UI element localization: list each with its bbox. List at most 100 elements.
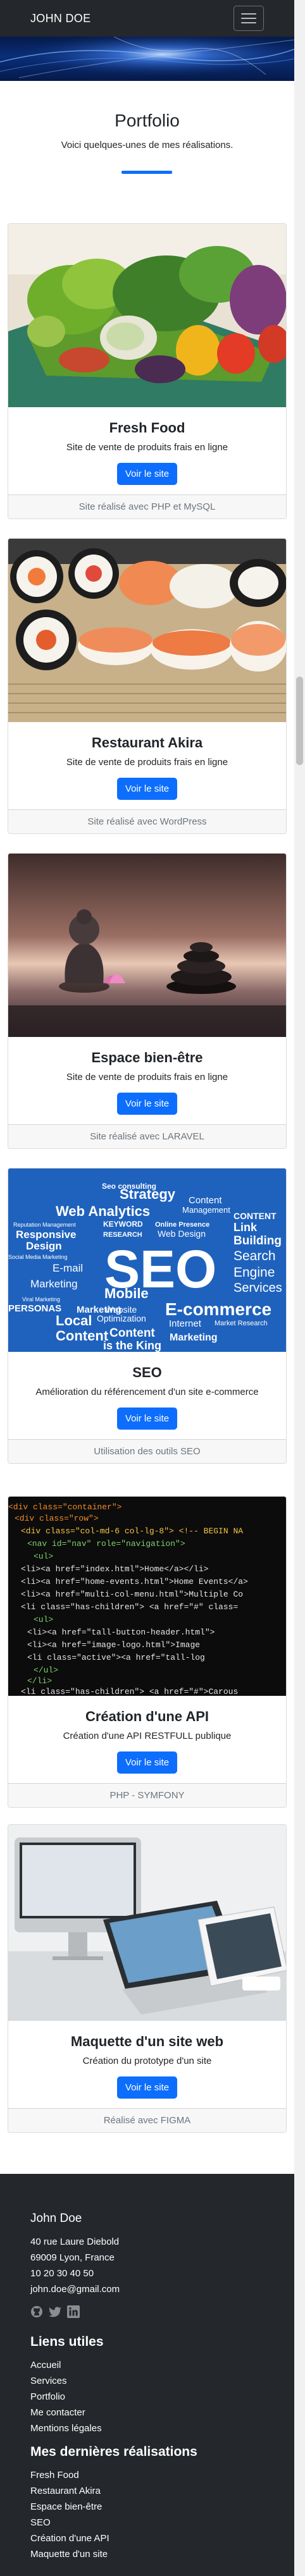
project-image-zen-stones: [8, 854, 286, 1037]
project-image-seo-word-cloud: Seo consulting Strategy Content Web Anal…: [8, 1168, 286, 1352]
project-title: Maquette d'un site web: [70, 2033, 224, 2049]
address-city: 69009 Lyon, France: [30, 2252, 115, 2263]
project-card-fresh-food: Fresh Food Site de vente de produits fra…: [8, 223, 287, 519]
seo-word: Marketing: [30, 1278, 78, 1290]
section-divider: [121, 171, 172, 174]
code-line: <li><a href="tall-button-header.html">: [27, 1628, 215, 1637]
code-line: <div class="container">: [8, 1502, 122, 1512]
project-card-restaurant-akira: Restaurant Akira Site de vente de produi…: [8, 538, 287, 834]
navbar: JOHN DOE: [0, 0, 294, 37]
view-site-button[interactable]: Voir le site: [116, 463, 178, 485]
project-technology: Site réalisé avec WordPress: [8, 809, 286, 833]
recent-link-maquette[interactable]: Maquette d'un site: [30, 2546, 109, 2562]
seo-word: Content: [189, 1195, 222, 1206]
footer-link-portfolio[interactable]: Portfolio: [30, 2389, 102, 2405]
seo-word: Search: [233, 1249, 276, 1263]
code-line: <div class="col-md-6 col-lg-8"> <!-- BEG…: [21, 1526, 243, 1536]
code-line: <li class="has-children"> <a href="#" cl…: [21, 1602, 238, 1612]
project-technology: Utilisation des outils SEO: [8, 1439, 286, 1463]
seo-word: Market Research: [215, 1320, 268, 1327]
recent-link-seo[interactable]: SEO: [30, 2515, 109, 2530]
project-card-api: <div class="container"> <div class="row"…: [8, 1496, 287, 1808]
view-site-button[interactable]: Voir le site: [116, 1408, 178, 1430]
view-site-button[interactable]: Voir le site: [116, 2076, 178, 2099]
footer-name: John Doe: [30, 2212, 82, 2225]
footer-address: 40 rue Laure Diebold 69009 Lyon, France …: [30, 2234, 120, 2297]
seo-word: Social Media Marketing: [8, 1254, 68, 1260]
seo-word: E-commerce: [165, 1299, 271, 1319]
seo-word: Web Analytics: [56, 1203, 150, 1219]
site-footer: John Doe 40 rue Laure Diebold 69009 Lyon…: [0, 2174, 294, 2576]
recent-link-restaurant-akira[interactable]: Restaurant Akira: [30, 2483, 109, 2499]
portfolio-title: Portfolio: [115, 111, 180, 130]
seo-word: Strategy: [120, 1186, 176, 1202]
code-line: </ul>: [34, 1665, 58, 1675]
view-site-button[interactable]: Voir le site: [116, 778, 178, 800]
project-image-code-screen: <div class="container"> <div class="row"…: [8, 1497, 286, 1696]
useful-links-list: Accueil Services Portfolio Me contacter …: [30, 2357, 102, 2436]
seo-word: Content: [109, 1327, 155, 1340]
seo-word: Viral Marketing: [22, 1296, 60, 1303]
useful-links-title: Liens utiles: [30, 2334, 104, 2349]
seo-word: Optimization: [97, 1313, 146, 1323]
code-line: <ul>: [34, 1615, 53, 1624]
seo-word: Management: [182, 1205, 230, 1215]
project-title: Création d'une API: [85, 1708, 209, 1724]
project-description: Création du prototype d'un site: [82, 2056, 212, 2066]
seo-word: Web Design: [158, 1229, 206, 1239]
seo-word: Online Presence: [155, 1221, 209, 1229]
project-image-devices: [8, 1825, 286, 2021]
address-phone: 10 20 30 40 50: [30, 2268, 94, 2279]
code-line: <div class="row">: [15, 1514, 99, 1523]
project-card-seo: Seo consulting Strategy Content Web Anal…: [8, 1168, 287, 1464]
project-image-vegetables: [8, 224, 286, 407]
social-links: [30, 2305, 80, 2321]
recent-link-fresh-food[interactable]: Fresh Food: [30, 2467, 109, 2483]
code-line: <li><a href="index.html">Home</a></li>: [21, 1564, 209, 1574]
view-site-button[interactable]: Voir le site: [116, 1751, 178, 1774]
seo-word: Reputation Management: [13, 1222, 76, 1228]
code-line: <li><a href="multi-col-menu.html">Multip…: [21, 1590, 243, 1599]
twitter-icon[interactable]: [48, 2305, 62, 2321]
seo-word: Link: [233, 1221, 258, 1234]
recent-link-bien-etre[interactable]: Espace bien-être: [30, 2499, 109, 2515]
seo-word: RESEARCH: [103, 1231, 142, 1239]
portfolio-subtitle: Voici quelques-unes de mes réalisations.: [61, 140, 233, 150]
seo-word: Engine: [233, 1265, 275, 1280]
hamburger-icon: [241, 13, 256, 23]
recent-link-api[interactable]: Création d'une API: [30, 2530, 109, 2546]
hero-background-image: [0, 37, 294, 81]
scrollbar-thumb[interactable]: [296, 677, 303, 765]
code-line: <li class="active"><a href="tall-log: [27, 1653, 205, 1662]
project-technology: Site réalisé avec LARAVEL: [8, 1124, 286, 1148]
seo-word: Responsive: [16, 1229, 76, 1241]
project-title: Espace bien-être: [91, 1050, 203, 1065]
linkedin-icon[interactable]: [67, 2305, 80, 2321]
seo-word: PERSONAS: [8, 1303, 61, 1314]
code-line: </li>: [27, 1676, 52, 1686]
project-image-sushi: [8, 539, 286, 722]
project-description: Site de vente de produits frais en ligne: [66, 442, 228, 453]
seo-word: is the King: [103, 1339, 161, 1352]
footer-link-mentions[interactable]: Mentions légales: [30, 2420, 102, 2436]
hero-banner: [0, 37, 294, 81]
seo-word: Marketing: [170, 1332, 218, 1343]
project-title: Fresh Food: [109, 420, 185, 436]
vertical-scrollbar[interactable]: [294, 0, 305, 2576]
address-email[interactable]: john.doe@gmail.com: [30, 2281, 120, 2297]
project-technology: Site réalisé avec PHP et MySQL: [8, 494, 286, 518]
project-card-espace-bien-etre: Espace bien-être Site de vente de produi…: [8, 853, 287, 1149]
code-line: <nav id="nav" role="navigation">: [27, 1539, 185, 1549]
brand-link[interactable]: JOHN DOE: [30, 12, 90, 25]
seo-word: Design: [26, 1240, 62, 1252]
footer-link-accueil[interactable]: Accueil: [30, 2357, 102, 2373]
menu-toggle-button[interactable]: [233, 6, 264, 31]
seo-word: Services: [233, 1281, 282, 1295]
github-icon[interactable]: [30, 2305, 43, 2321]
view-site-button[interactable]: Voir le site: [116, 1093, 178, 1115]
project-description: Site de vente de produits frais en ligne: [66, 1072, 228, 1083]
footer-link-services[interactable]: Services: [30, 2373, 102, 2389]
footer-link-contact[interactable]: Me contacter: [30, 2405, 102, 2420]
project-description: Création d'une API RESTFULL publique: [63, 1731, 232, 1741]
seo-word: KEYWORD: [103, 1220, 143, 1229]
